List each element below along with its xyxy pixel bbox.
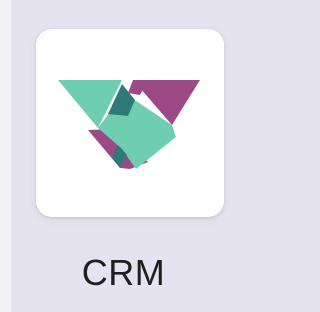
app-icon-card[interactable] bbox=[36, 29, 224, 217]
app-label: CRM bbox=[81, 252, 166, 293]
crm-app-tile[interactable]: CRM bbox=[0, 0, 247, 312]
handshake-icon bbox=[58, 80, 200, 169]
